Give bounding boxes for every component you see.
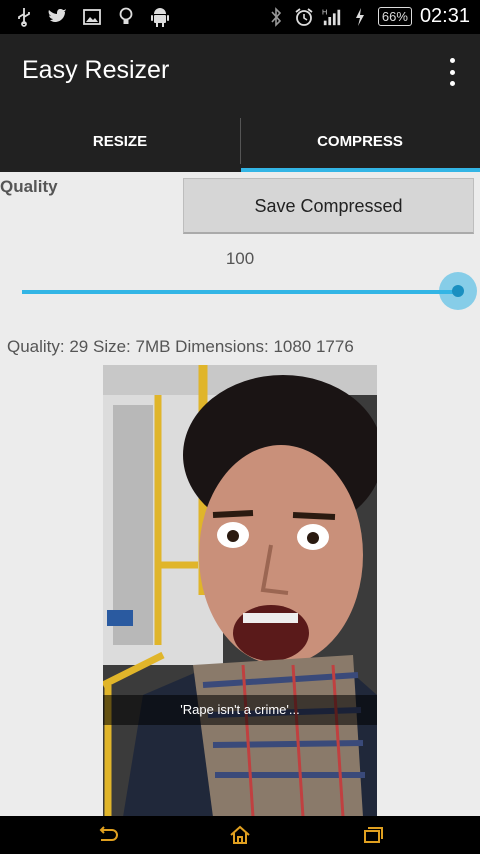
photo-illustration (103, 365, 377, 817)
signal-icon: H (322, 7, 342, 27)
tab-selected-indicator (241, 168, 480, 172)
action-bar: Easy Resizer (0, 34, 480, 110)
home-icon[interactable] (229, 824, 251, 846)
image-info: Quality: 29 Size: 7MB Dimensions: 1080 1… (7, 337, 354, 356)
save-compressed-button[interactable]: Save Compressed (183, 178, 474, 234)
bluetooth-icon (266, 6, 286, 27)
back-icon[interactable] (96, 824, 118, 846)
overflow-menu-icon[interactable] (446, 58, 458, 86)
battery-indicator: 66% (377, 7, 412, 26)
overflow-dot (449, 81, 455, 86)
navigation-bar (0, 816, 480, 854)
overflow-dot (449, 69, 455, 75)
lightbulb-icon (116, 7, 136, 27)
overflow-dot (449, 58, 455, 63)
image-caption: 'Rape isn't a crime'... (180, 702, 300, 717)
slider-track[interactable] (22, 290, 458, 294)
status-bar: H 66% 02:31 (0, 0, 480, 34)
svg-text:H: H (322, 7, 327, 16)
slider-value: 100 (225, 249, 255, 268)
image-preview: 'Rape isn't a crime'... (103, 365, 377, 817)
status-bar-system: H 66% 02:31 (266, 5, 470, 28)
tab-divider (240, 118, 241, 164)
android-icon (150, 7, 170, 27)
charging-icon (350, 7, 370, 27)
quality-label: Quality (0, 177, 58, 196)
gallery-icon (82, 7, 102, 27)
twitter-icon (48, 7, 68, 27)
tab-compress[interactable]: COMPRESS (240, 110, 480, 172)
app-title: Easy Resizer (22, 56, 170, 84)
usb-icon (14, 7, 34, 27)
clock: 02:31 (419, 5, 470, 27)
slider-thumb[interactable] (452, 285, 464, 297)
recent-apps-icon[interactable] (362, 824, 384, 846)
alarm-icon (294, 7, 314, 27)
status-bar-notifications (14, 7, 170, 27)
tab-resize[interactable]: RESIZE (0, 110, 240, 172)
